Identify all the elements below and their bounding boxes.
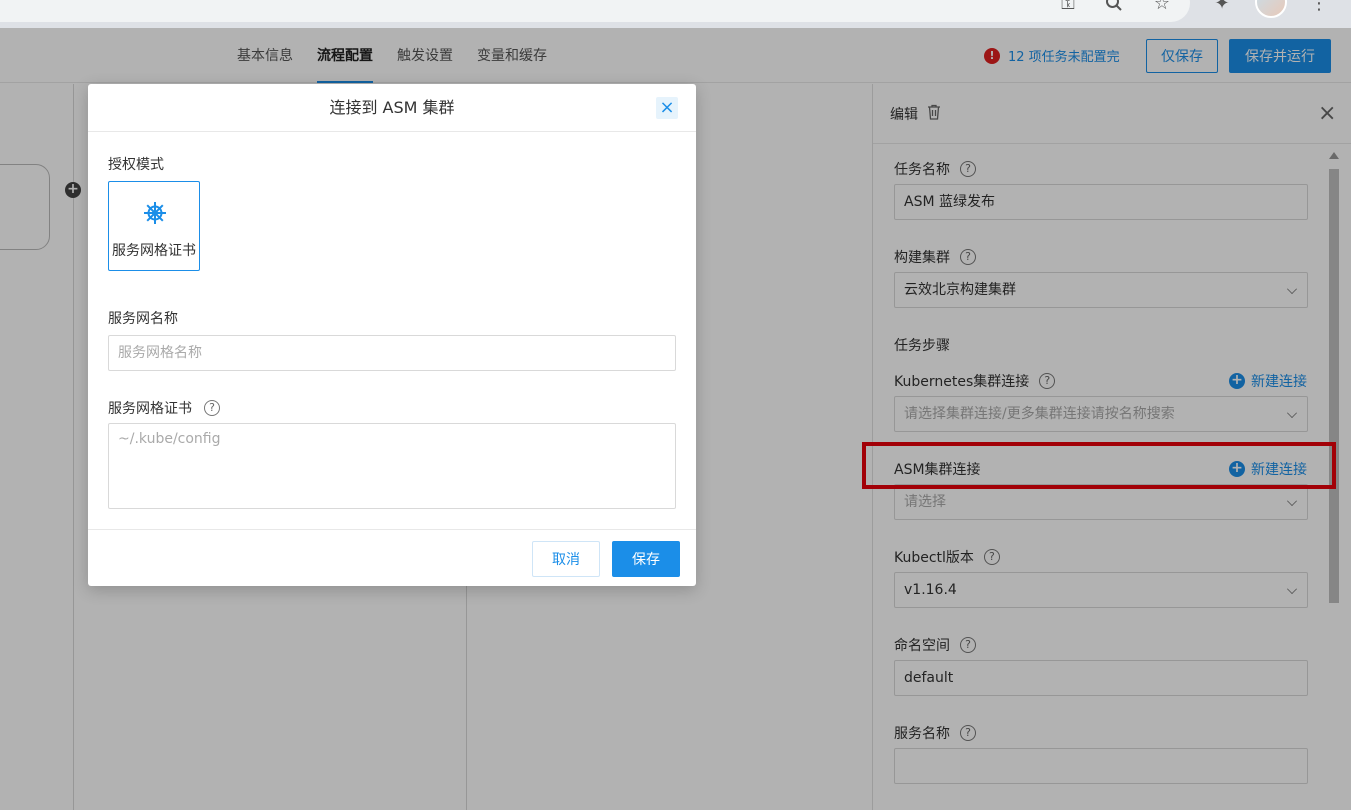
close-icon[interactable]: × [656, 97, 678, 119]
mesh-name-input[interactable]: 服务网格名称 [108, 335, 676, 371]
mesh-cert-label-text: 服务网格证书 [108, 401, 192, 417]
browser-toolbar: edit ⚿ ☆ ✦ ⋮ [0, 0, 1351, 28]
address-bar[interactable]: edit [0, 0, 1190, 22]
dialog-title: 连接到 ASM 集群 [88, 84, 696, 132]
save-button[interactable]: 保存 [612, 541, 680, 577]
cancel-button[interactable]: 取消 [532, 541, 600, 577]
mesh-name-label: 服务网名称 [108, 308, 178, 328]
helm-wheel-icon [144, 202, 166, 224]
mesh-cert-label: 服务网格证书 ? [108, 398, 220, 418]
mesh-cert-textarea[interactable]: ~/.kube/config [108, 423, 676, 509]
help-icon[interactable]: ? [204, 400, 220, 416]
key-icon[interactable]: ⚿ [1057, 0, 1079, 14]
auth-mode-label-text: 授权模式 [108, 157, 164, 173]
auth-mode-label: 授权模式 [108, 154, 164, 174]
search-icon[interactable] [1103, 0, 1125, 14]
auth-option-mesh-cert[interactable]: 服务网格证书 [108, 181, 200, 271]
dialog-footer: 取消 保存 [88, 529, 696, 586]
extension-icon[interactable]: ✦ [1211, 0, 1233, 14]
mesh-name-label-text: 服务网名称 [108, 311, 178, 327]
auth-option-label: 服务网格证书 [112, 243, 196, 259]
menu-icon[interactable]: ⋮ [1308, 0, 1330, 14]
avatar[interactable] [1255, 0, 1287, 18]
asm-connect-dialog: 连接到 ASM 集群 × 授权模式 服务网格证书 服务网名称 服务网格名称 服务… [88, 84, 696, 586]
star-icon[interactable]: ☆ [1151, 0, 1173, 14]
